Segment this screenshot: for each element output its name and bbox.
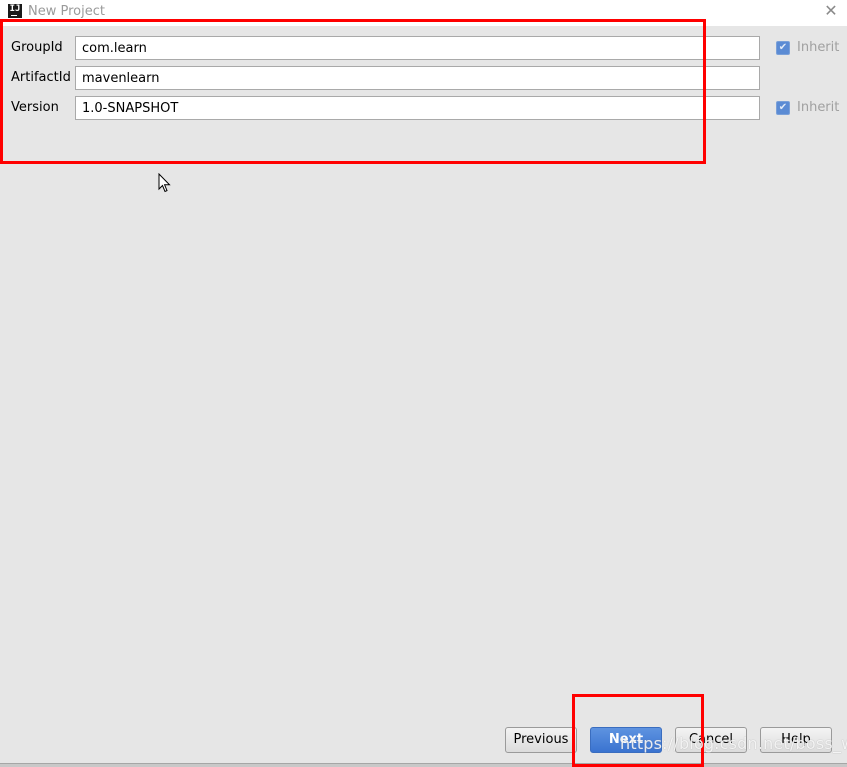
intellij-icon: IJ — [8, 4, 22, 18]
groupid-label: GroupId — [11, 40, 63, 55]
mouse-cursor-icon — [158, 173, 171, 193]
window-title: New Project — [28, 4, 105, 19]
next-button[interactable]: Next — [590, 727, 662, 753]
inherit-label: Inherit — [797, 100, 840, 115]
dialog-content — [0, 26, 847, 764]
close-icon[interactable]: ✕ — [822, 2, 840, 20]
previous-button[interactable]: Previous — [505, 727, 577, 753]
checkbox-checked-icon: ✔ — [776, 100, 790, 115]
version-label: Version — [11, 100, 59, 115]
groupid-inherit-checkbox[interactable]: ✔ Inherit — [776, 40, 839, 55]
inherit-label: Inherit — [797, 40, 840, 55]
artifactid-label: ArtifactId — [11, 70, 71, 85]
artifactid-input[interactable] — [75, 66, 760, 90]
checkbox-checked-icon: ✔ — [776, 40, 790, 55]
title-bar: IJ New Project ✕ — [0, 0, 847, 26]
bottom-divider — [0, 763, 847, 767]
version-input[interactable] — [75, 96, 760, 120]
groupid-input[interactable] — [75, 36, 760, 60]
cancel-button[interactable]: Cancel — [675, 727, 747, 753]
version-inherit-checkbox[interactable]: ✔ Inherit — [776, 100, 839, 115]
help-button[interactable]: Help — [760, 727, 832, 753]
